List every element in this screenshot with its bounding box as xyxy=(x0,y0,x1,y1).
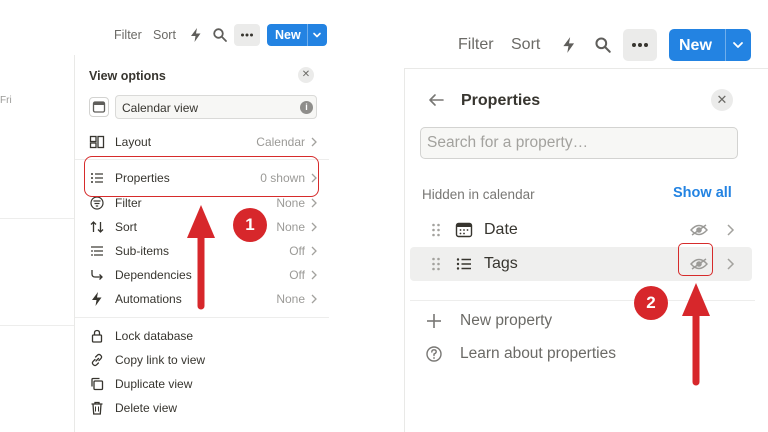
view-name-input[interactable]: Calendar view i xyxy=(115,95,317,119)
layout-icon xyxy=(89,134,105,150)
sort-value: None xyxy=(276,220,305,234)
info-icon[interactable]: i xyxy=(300,101,313,114)
sub-items-value: Off xyxy=(289,244,305,258)
filter-value: None xyxy=(276,196,305,210)
close-icon: ✕ xyxy=(301,69,311,80)
lightning-icon[interactable] xyxy=(560,36,578,54)
properties-panel: Properties ✕ Hidden in calendar Show all… xyxy=(404,68,768,432)
calendar-icon xyxy=(455,221,473,239)
question-icon xyxy=(425,345,443,363)
property-search-input[interactable] xyxy=(427,132,727,154)
plus-icon xyxy=(425,312,443,330)
new-button[interactable]: New xyxy=(669,29,751,61)
calendar-view-icon[interactable] xyxy=(89,97,109,117)
layout-label: Layout xyxy=(115,135,152,149)
lock-icon xyxy=(89,328,105,344)
dependencies-value: Off xyxy=(289,268,305,282)
step-badge-1: 1 xyxy=(233,208,267,242)
menu-divider xyxy=(75,317,329,318)
step-badge-2: 2 xyxy=(634,286,668,320)
filter-label: Filter xyxy=(115,196,142,210)
sort-icon xyxy=(89,219,105,235)
automations-label: Automations xyxy=(115,292,182,306)
dependencies-label: Dependencies xyxy=(115,268,192,282)
sort-button[interactable]: Sort xyxy=(511,36,540,54)
duplicate-view-label: Duplicate view xyxy=(115,377,193,391)
new-button-divider xyxy=(307,24,308,46)
search-icon[interactable] xyxy=(594,36,612,54)
filter-button[interactable]: Filter xyxy=(458,36,494,54)
list-icon xyxy=(455,255,473,273)
new-property-label: New property xyxy=(460,312,553,329)
search-icon[interactable] xyxy=(212,27,228,43)
lock-database-label: Lock database xyxy=(115,329,194,343)
more-options-button[interactable] xyxy=(234,24,260,46)
property-label-tags: Tags xyxy=(484,255,518,272)
eye-highlight-annotation xyxy=(678,243,713,276)
chevron-right-icon xyxy=(309,245,319,257)
new-button-label: New xyxy=(275,28,301,42)
arrow-up-annotation-icon xyxy=(187,205,215,310)
lock-database-item[interactable]: Lock database xyxy=(75,325,327,347)
drag-handle-icon[interactable] xyxy=(430,222,442,238)
chevron-right-icon xyxy=(309,269,319,281)
chevron-right-icon xyxy=(725,222,735,238)
learn-properties-label: Learn about properties xyxy=(460,345,616,362)
calendar-day-label: Fri xyxy=(0,95,12,106)
calendar-grid-line xyxy=(0,218,74,219)
chevron-down-icon[interactable] xyxy=(311,28,323,42)
drag-handle-icon[interactable] xyxy=(430,256,442,272)
new-button-divider xyxy=(725,29,726,61)
chevron-right-icon xyxy=(309,136,319,148)
property-search-field[interactable] xyxy=(420,127,738,159)
filter-button[interactable]: Filter xyxy=(114,28,142,42)
arrow-up-annotation-icon xyxy=(682,283,710,386)
chevron-right-icon xyxy=(309,293,319,305)
left-toolbar: Filter Sort New xyxy=(0,18,400,54)
show-all-button[interactable]: Show all xyxy=(673,185,732,201)
sort-button[interactable]: Sort xyxy=(153,28,176,42)
new-button[interactable]: New xyxy=(267,24,327,46)
delete-view-item[interactable]: Delete view xyxy=(75,397,327,419)
chevron-right-icon xyxy=(309,197,319,209)
eye-icon[interactable] xyxy=(690,223,708,237)
filter-icon xyxy=(89,195,105,211)
close-icon: ✕ xyxy=(716,92,728,107)
chevron-right-icon xyxy=(725,256,735,272)
more-dots-icon xyxy=(632,43,648,47)
lightning-icon xyxy=(89,291,105,307)
back-arrow-icon[interactable] xyxy=(427,91,445,109)
close-button[interactable]: ✕ xyxy=(711,89,733,111)
chevron-right-icon xyxy=(309,221,319,233)
copy-link-label: Copy link to view xyxy=(115,353,206,367)
layout-item[interactable]: Layout Calendar xyxy=(75,131,327,153)
hidden-section-label: Hidden in calendar xyxy=(422,187,535,202)
sub-items-icon xyxy=(89,243,105,259)
duplicate-view-item[interactable]: Duplicate view xyxy=(75,373,327,395)
automations-value: None xyxy=(276,292,305,306)
sort-label: Sort xyxy=(115,220,138,234)
new-button-label: New xyxy=(679,37,712,54)
view-options-title: View options xyxy=(89,69,166,83)
dependencies-icon xyxy=(89,267,105,283)
delete-view-label: Delete view xyxy=(115,401,178,415)
close-button[interactable]: ✕ xyxy=(298,67,314,83)
property-row-date[interactable]: Date xyxy=(410,213,752,247)
link-icon xyxy=(89,352,105,368)
sub-items-label: Sub-items xyxy=(115,244,170,258)
layout-value: Calendar xyxy=(256,135,305,149)
trash-icon xyxy=(89,400,105,416)
calendar-grid-line xyxy=(0,325,74,326)
more-options-button[interactable] xyxy=(623,29,657,61)
lightning-icon[interactable] xyxy=(188,27,204,43)
duplicate-icon xyxy=(89,376,105,392)
more-dots-icon xyxy=(241,33,253,37)
view-options-panel: View options ✕ Calendar view i Layout Ca… xyxy=(74,55,406,432)
properties-title: Properties xyxy=(461,92,541,109)
copy-link-item[interactable]: Copy link to view xyxy=(75,349,327,371)
property-label-date: Date xyxy=(484,221,518,238)
properties-highlight-annotation xyxy=(84,156,319,197)
view-name-value: Calendar view xyxy=(122,101,199,115)
chevron-down-icon[interactable] xyxy=(730,37,746,53)
